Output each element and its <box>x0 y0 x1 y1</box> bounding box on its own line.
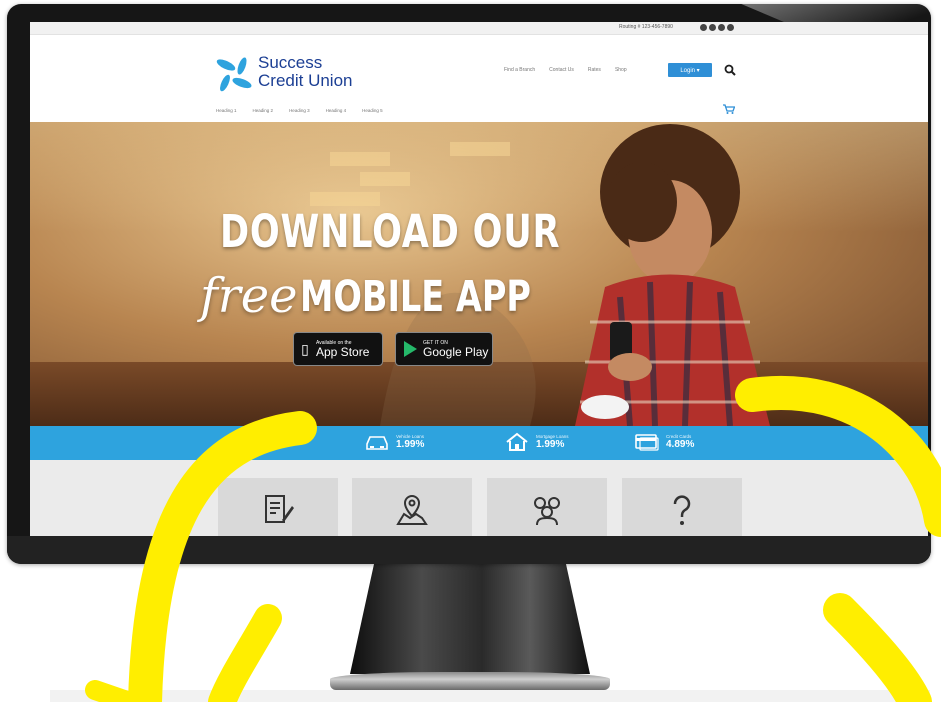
quick-link-tile-apply[interactable] <box>218 478 338 536</box>
logo-line-1: Success <box>258 53 323 72</box>
nav-item-find-branch[interactable]: Find a Branch <box>504 67 535 73</box>
login-button[interactable]: Login ▾ <box>668 63 712 77</box>
hero-headline-line-1: DOWNLOAD OUR <box>220 205 561 258</box>
subnav-item-4[interactable]: Heading 4 <box>326 108 347 113</box>
hero-headline-line-2: MOBILE APP <box>300 272 532 322</box>
document-edit-icon <box>265 495 294 523</box>
subnav-item-1[interactable]: Heading 1 <box>216 108 237 113</box>
logo-star-icon <box>216 57 252 92</box>
hero-headline-script: free <box>200 268 298 324</box>
rate-item-mortgage[interactable]: Mortgage Loans 1.99% <box>504 432 569 452</box>
credit-card-icon <box>635 434 659 451</box>
monitor-stand-neck <box>350 564 590 674</box>
google-play-label: Google Play <box>423 344 489 359</box>
car-icon <box>366 436 388 450</box>
question-icon <box>673 495 691 525</box>
rate-item-vehicle[interactable]: Vehicle Loans 1.99% <box>364 432 424 452</box>
monitor-stand-base <box>330 672 610 690</box>
facebook-icon[interactable] <box>700 24 707 31</box>
quick-links-section <box>30 460 928 536</box>
google-play-icon <box>404 341 417 357</box>
map-location-icon <box>396 494 428 525</box>
rate-label: Vehicle Loans <box>396 434 425 439</box>
app-store-button[interactable]: ▯ Available on the App Store <box>293 332 383 366</box>
nav-item-contact[interactable]: Contact Us <box>549 67 574 73</box>
cart-icon[interactable] <box>723 104 736 117</box>
twitter-icon[interactable] <box>709 24 716 31</box>
desk-surface <box>50 690 930 702</box>
house-icon <box>506 432 528 451</box>
subnav-item-2[interactable]: Heading 2 <box>253 108 274 113</box>
rate-label: Credit Cards <box>666 434 692 439</box>
app-store-label: App Store <box>316 344 370 359</box>
rate-item-credit-card[interactable]: Credit Cards 4.89% <box>634 432 694 452</box>
quick-link-tile-help[interactable] <box>622 478 742 536</box>
nav-item-rates[interactable]: Rates <box>588 67 601 73</box>
subnav-item-5[interactable]: Heading 5 <box>362 108 383 113</box>
search-icon[interactable] <box>724 64 736 79</box>
quick-link-tile-locations[interactable] <box>352 478 472 536</box>
phone-icon: ▯ <box>301 340 309 357</box>
logo-line-2: Credit Union <box>258 71 353 90</box>
website-screen: Routing # 123-456-7890 Success Credit Un… <box>30 22 928 536</box>
hero-banner: DOWNLOAD OUR free MOBILE APP ▯ Available… <box>30 122 928 426</box>
routing-number-text: Routing # 123-456-7890 <box>619 24 673 30</box>
linkedin-icon[interactable] <box>727 24 734 31</box>
monitor-chin <box>7 536 931 564</box>
rate-value: 1.99% <box>536 439 565 450</box>
top-utility-bar: Routing # 123-456-7890 <box>30 22 928 35</box>
main-nav: Find a Branch Contact Us Rates Shop <box>504 67 627 73</box>
subnav-item-3[interactable]: Heading 3 <box>289 108 310 113</box>
rate-label: Mortgage Loans <box>536 434 569 439</box>
rate-value: 4.89% <box>666 439 695 450</box>
rates-bar: Vehicle Loans 1.99% Mortgage Loans 1.99%… <box>30 426 928 460</box>
google-play-button[interactable]: GET IT ON Google Play <box>395 332 493 366</box>
sub-nav: Heading 1 Heading 2 Heading 3 Heading 4 … <box>216 108 383 113</box>
people-group-icon <box>534 497 560 526</box>
quick-link-tile-membership[interactable] <box>487 478 607 536</box>
logo-wordmark: Success Credit Union <box>258 54 353 90</box>
rate-value: 1.99% <box>396 439 425 450</box>
nav-item-shop[interactable]: Shop <box>615 67 627 73</box>
social-links <box>700 24 734 31</box>
instagram-icon[interactable] <box>718 24 725 31</box>
